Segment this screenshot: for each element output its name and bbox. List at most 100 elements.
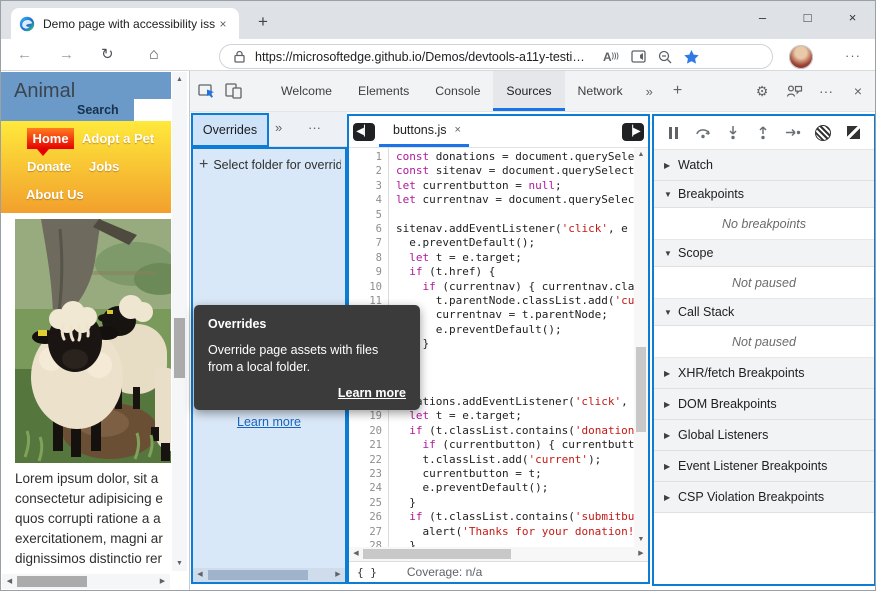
editor-h-thumb[interactable] [363,549,511,559]
nav-link-about-us[interactable]: About Us [26,187,84,202]
scroll-left-icon[interactable]: ◀ [193,568,207,582]
sidebar-section-call-stack[interactable]: ▼Call Stack [654,299,874,326]
url-bar[interactable]: https://microsoftedge.github.io/Demos/de… [219,44,773,69]
select-folder-button[interactable]: + Select folder for overrides [199,156,341,174]
nav-link-adopt-a-pet[interactable]: Adopt a Pet [82,131,154,146]
sidebar-section-dom-breakpoints[interactable]: ▶DOM Breakpoints [654,389,874,420]
scroll-down-icon[interactable]: ▼ [634,533,648,547]
line-number[interactable]: 21 [349,438,388,452]
line-number[interactable]: 25 [349,496,388,510]
file-tab-close-icon[interactable]: × [455,124,461,136]
v-scroll-thumb[interactable] [174,318,185,378]
close-icon[interactable]: × [830,1,875,37]
navigator-menu-icon[interactable]: ··· [308,120,321,135]
line-number[interactable]: 19 [349,409,388,423]
line-number[interactable]: 9 [349,265,388,279]
devtools-tab-network[interactable]: Network [565,71,636,111]
navigator-tab-overrides[interactable]: Overrides [191,113,269,147]
search-input[interactable] [134,99,175,123]
scroll-right-icon[interactable]: ▶ [155,574,170,589]
line-number[interactable]: 24 [349,481,388,495]
nav-scroll-thumb[interactable] [208,570,308,580]
immersive-reader-icon[interactable] [631,50,646,63]
page-vertical-scrollbar[interactable]: ▲ ▼ [172,72,187,571]
line-number[interactable]: 1 [349,150,388,164]
scroll-down-icon[interactable]: ▼ [172,556,187,571]
step-out-icon[interactable] [748,121,778,145]
overrides-learn-more-link[interactable]: Learn more [193,415,345,429]
devtools-tab-console[interactable]: Console [422,71,493,111]
pretty-print-icon[interactable]: { } [357,566,377,579]
line-number[interactable]: 4 [349,193,388,207]
line-number[interactable]: 5 [349,208,388,222]
pause-icon[interactable] [658,121,688,145]
device-emulation-icon[interactable] [220,78,246,104]
sidebar-section-scope[interactable]: ▼Scope [654,240,874,267]
sidebar-section-event-listener-breakpoints[interactable]: ▶Event Listener Breakpoints [654,451,874,482]
nav-link-jobs[interactable]: Jobs [89,159,119,174]
editor-v-thumb[interactable] [636,347,646,432]
line-number[interactable]: 27 [349,525,388,539]
line-number[interactable]: 6 [349,222,388,236]
scroll-right-icon[interactable]: ▶ [634,547,648,561]
devtools-tab-elements[interactable]: Elements [345,71,422,111]
deactivate-breakpoints-icon[interactable] [808,121,838,145]
page-horizontal-scrollbar[interactable]: ◀ ▶ [2,574,170,589]
editor-h-scrollbar[interactable]: ◀ ▶ [349,547,648,561]
back-icon[interactable]: ← [17,45,32,65]
step-icon[interactable] [778,121,808,145]
pane-toggle-right-icon[interactable]: ▕▶ [622,123,644,141]
line-number[interactable]: 8 [349,251,388,265]
editor-v-scrollbar[interactable]: ▲ ▼ [634,148,648,547]
sidebar-section-watch[interactable]: ▶Watch [654,150,874,181]
feedback-icon[interactable] [781,78,807,104]
navigator-h-scrollbar[interactable]: ◀ ▶ [193,568,345,582]
nav-link-donate[interactable]: Donate [27,159,71,174]
sidebar-section-xhr-fetch-breakpoints[interactable]: ▶XHR/fetch Breakpoints [654,358,874,389]
tab-close-icon[interactable]: × [215,16,231,32]
dont-pause-on-exceptions-icon[interactable] [838,121,868,145]
devtools-tab-sources[interactable]: Sources [493,71,564,111]
line-number[interactable]: 3 [349,179,388,193]
scroll-left-icon[interactable]: ◀ [2,574,17,589]
line-number[interactable]: 2 [349,164,388,178]
minimize-icon[interactable]: – [740,1,785,37]
line-number[interactable]: 10 [349,280,388,294]
line-number[interactable]: 28 [349,539,388,547]
inspect-icon[interactable] [194,78,220,104]
scroll-up-icon[interactable]: ▲ [172,72,187,87]
sidebar-section-csp-violation-breakpoints[interactable]: ▶CSP Violation Breakpoints [654,482,874,513]
favorite-star-icon[interactable] [684,50,699,64]
navigator-more-tabs-icon[interactable]: » [275,120,282,135]
profile-avatar[interactable] [789,45,813,69]
line-number[interactable]: 7 [349,236,388,250]
line-number[interactable]: 22 [349,453,388,467]
settings-menu-icon[interactable]: ··· [839,43,867,69]
tooltip-learn-more-link[interactable]: Learn more [208,386,406,400]
maximize-icon[interactable]: □ [785,1,830,37]
line-number[interactable]: 20 [349,424,388,438]
pane-toggle-left-icon[interactable]: ◀▏ [353,123,375,141]
scroll-up-icon[interactable]: ▲ [634,148,648,162]
forward-icon[interactable]: → [59,45,74,65]
refresh-icon[interactable]: ↻ [101,45,114,65]
more-tabs-icon[interactable]: » [636,84,663,99]
line-number[interactable]: 23 [349,467,388,481]
more-options-icon[interactable]: ··· [813,78,839,104]
scroll-right-icon[interactable]: ▶ [331,568,345,582]
sidebar-section-breakpoints[interactable]: ▼Breakpoints [654,181,874,208]
step-over-icon[interactable] [688,121,718,145]
sidebar-section-global-listeners[interactable]: ▶Global Listeners [654,420,874,451]
add-panel-icon[interactable]: + [663,82,692,100]
step-into-icon[interactable] [718,121,748,145]
zoom-out-icon[interactable] [658,50,672,64]
scroll-left-icon[interactable]: ◀ [349,547,363,561]
new-tab-button[interactable]: + [253,12,273,32]
browser-tab[interactable]: Demo page with accessibility issues × [11,8,239,39]
home-icon[interactable]: ⌂ [149,45,159,65]
read-aloud-icon[interactable]: A))) [603,50,619,64]
settings-gear-icon[interactable]: ⚙ [749,78,775,104]
nav-link-home[interactable]: Home [27,128,74,149]
file-tab-buttons-js[interactable]: buttons.js × [379,116,469,147]
h-scroll-thumb[interactable] [17,576,87,587]
